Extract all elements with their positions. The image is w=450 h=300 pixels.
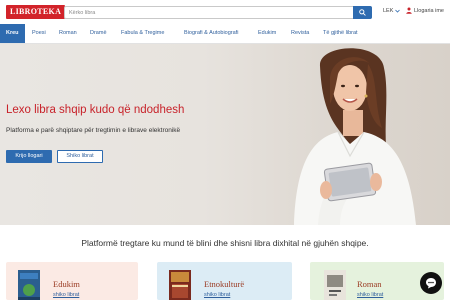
nav-item-roman[interactable]: Roman bbox=[59, 24, 77, 43]
category-link[interactable]: shiko librat bbox=[357, 292, 383, 298]
search-input[interactable] bbox=[65, 7, 354, 18]
search-bar bbox=[64, 6, 372, 19]
account-label: Llogaria ime bbox=[414, 7, 444, 14]
currency-selector[interactable]: LEK bbox=[383, 8, 401, 14]
book-cover-image bbox=[324, 270, 346, 300]
main-nav: Kreu Poesi Roman Dramë Fabula & Tregime … bbox=[0, 24, 450, 44]
platform-tagline: Platformë tregtare ku mund të blini dhe … bbox=[81, 238, 369, 248]
book-cover-image bbox=[169, 270, 191, 300]
search-button[interactable] bbox=[353, 6, 372, 19]
nav-item-kreu[interactable]: Kreu bbox=[0, 24, 25, 43]
nav-item-revista[interactable]: Revista bbox=[291, 24, 309, 43]
browse-books-button[interactable]: Shiko librat bbox=[57, 150, 103, 163]
account-link[interactable]: Llogaria ime bbox=[406, 7, 444, 14]
category-link[interactable]: shiko librat bbox=[204, 292, 230, 298]
category-card-etnokulture[interactable]: Etnokulturë shiko librat bbox=[157, 262, 292, 300]
chevron-down-icon bbox=[395, 9, 401, 13]
hero-subtitle: Platforma e parë shqiptare për tregtimin… bbox=[6, 127, 181, 134]
site-header: LIBROTEKA LEK Llogaria ime bbox=[0, 0, 450, 24]
nav-item-biografi[interactable]: Biografi & Autobiografi bbox=[184, 24, 238, 43]
chat-icon bbox=[426, 278, 436, 289]
currency-label: LEK bbox=[383, 8, 394, 14]
nav-item-poesi[interactable]: Poesi bbox=[32, 24, 46, 43]
category-title: Roman bbox=[357, 279, 382, 289]
category-title: Etnokulturë bbox=[204, 279, 245, 289]
hero-banner: Lexo libra shqip kudo që ndodhesh Platfo… bbox=[0, 44, 450, 225]
book-cover-image bbox=[18, 270, 40, 300]
create-account-button[interactable]: Krijo llogari bbox=[6, 150, 52, 163]
logo[interactable]: LIBROTEKA bbox=[6, 5, 66, 19]
search-icon bbox=[359, 9, 366, 16]
nav-item-edukim[interactable]: Edukim bbox=[258, 24, 276, 43]
chat-button[interactable] bbox=[420, 272, 442, 294]
category-link[interactable]: shiko librat bbox=[53, 292, 79, 298]
hero-woman-image bbox=[294, 48, 416, 225]
hero-title: Lexo libra shqip kudo që ndodhesh bbox=[6, 104, 185, 116]
nav-item-drame[interactable]: Dramë bbox=[90, 24, 107, 43]
nav-item-fabula[interactable]: Fabula & Tregime bbox=[121, 24, 164, 43]
category-card-edukim[interactable]: Edukim shiko librat bbox=[6, 262, 138, 300]
category-title: Edukim bbox=[53, 279, 80, 289]
nav-item-te-gjithe[interactable]: Të gjithë librat bbox=[323, 24, 358, 43]
user-icon bbox=[406, 7, 412, 14]
